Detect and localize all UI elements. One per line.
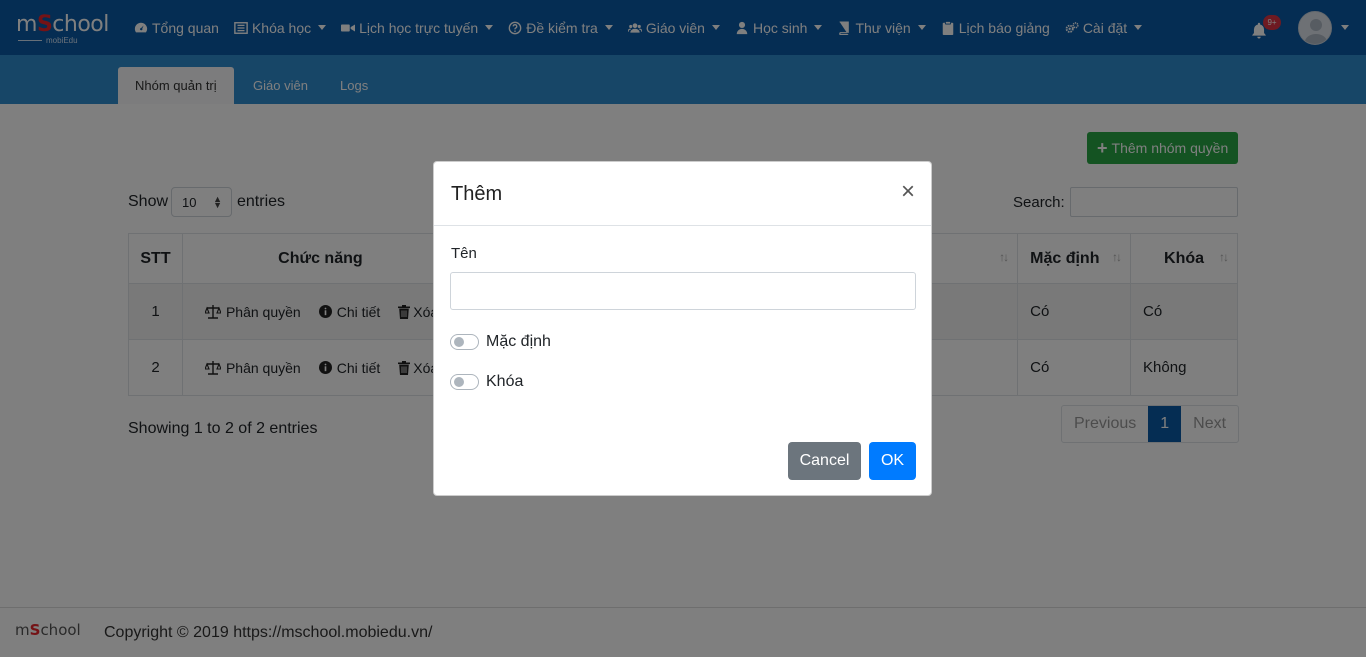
name-input[interactable]: [450, 272, 916, 310]
ok-button[interactable]: OK: [869, 442, 916, 480]
toggle-knob: [454, 377, 464, 387]
modal-header: Thêm ×: [434, 162, 931, 226]
modal-title: Thêm: [451, 183, 503, 205]
default-toggle-row: Mặc định: [450, 333, 551, 351]
lock-toggle-row: Khóa: [450, 373, 523, 391]
name-label: Tên: [451, 245, 477, 262]
default-toggle-label: Mặc định: [486, 333, 551, 350]
default-toggle[interactable]: [450, 334, 479, 350]
lock-toggle[interactable]: [450, 374, 479, 390]
lock-toggle-label: Khóa: [486, 373, 524, 390]
add-group-modal: Thêm × Tên Mặc định Khóa Cancel OK: [433, 161, 932, 496]
cancel-button[interactable]: Cancel: [788, 442, 861, 480]
toggle-knob: [454, 337, 464, 347]
close-icon[interactable]: ×: [901, 180, 915, 204]
